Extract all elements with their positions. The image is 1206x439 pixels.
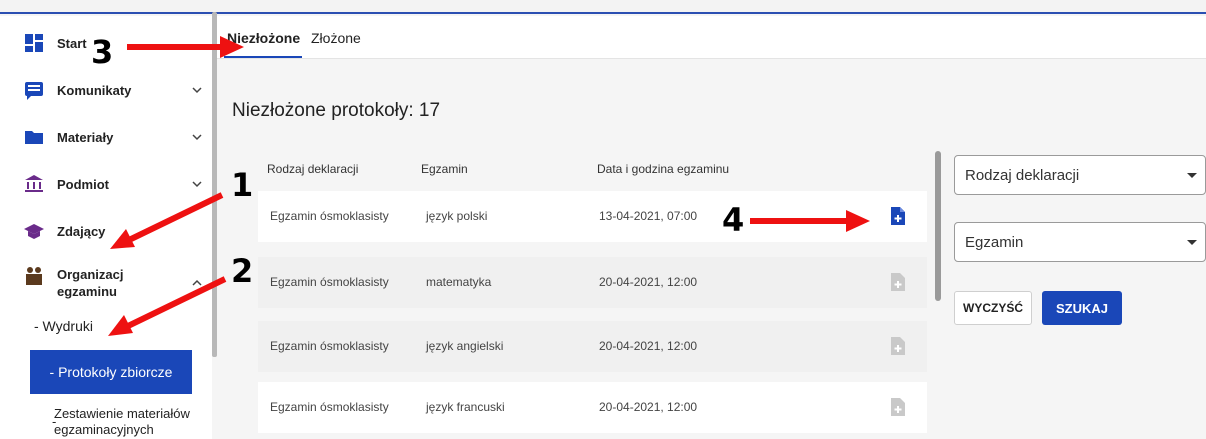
tab-bar xyxy=(217,16,1206,59)
table-cell: Egzamin ósmoklasisty xyxy=(270,209,389,223)
dashboard-icon xyxy=(23,33,45,53)
annotation-number-3: 3 xyxy=(91,33,114,71)
sidebar-item-podmiot[interactable]: Podmiot xyxy=(0,167,212,201)
sidebar-item-label: Start xyxy=(57,35,87,51)
message-icon xyxy=(23,80,45,100)
sidebar-item-label: Komunikaty xyxy=(57,82,132,98)
table-cell: język angielski xyxy=(426,339,504,353)
table-cell: 13-04-2021, 07:00 xyxy=(599,209,698,223)
sidebar-subitem-dash: - xyxy=(52,414,57,429)
add-document-icon[interactable] xyxy=(890,207,906,225)
tab-niezlozone[interactable]: Niezłożone xyxy=(227,30,300,46)
add-document-icon xyxy=(891,337,905,355)
table-cell: Egzamin ósmoklasisty xyxy=(270,339,389,353)
table-cell: język polski xyxy=(426,209,488,223)
table-row[interactable]: Egzamin ósmoklasisty język angielski 20-… xyxy=(258,321,927,372)
sidebar-item-komunikaty[interactable]: Komunikaty xyxy=(0,73,212,107)
column-header[interactable]: Data i godzina egzaminu xyxy=(597,162,729,176)
top-bar xyxy=(0,0,1206,14)
table-cell: Egzamin ósmoklasisty xyxy=(270,275,389,289)
institution-icon xyxy=(23,174,45,194)
annotation-number-4: 4 xyxy=(722,201,745,239)
sidebar-item-label: Podmiot xyxy=(57,176,109,192)
sidebar-item-label: Zdający xyxy=(57,223,106,239)
sidebar-subitem-zestawienie[interactable]: Zestawienie materiałów egzaminacyjnych xyxy=(54,406,190,438)
folder-icon xyxy=(23,127,45,147)
table-cell: 20-04-2021, 12:00 xyxy=(599,400,698,414)
sidebar-item-label: egzaminu xyxy=(57,284,117,299)
table-row[interactable]: Egzamin ósmoklasisty język francuski 20-… xyxy=(258,382,927,433)
sidebar-item-label: Zestawienie materiałów xyxy=(54,406,190,421)
column-header[interactable]: Egzamin xyxy=(421,162,468,176)
caret-down-icon xyxy=(1187,240,1197,245)
sidebar-subitem-wydruki[interactable]: - Wydruki xyxy=(34,318,93,334)
graduation-cap-icon xyxy=(23,221,45,241)
chevron-up-icon xyxy=(192,279,202,286)
sidebar-item-materialy[interactable]: Materiały xyxy=(0,120,212,154)
table-row[interactable]: Egzamin ósmoklasisty język polski 13-04-… xyxy=(258,191,927,242)
select-placeholder: Egzamin xyxy=(965,234,1024,251)
chevron-down-icon xyxy=(192,181,202,188)
sidebar-item-label: Materiały xyxy=(57,129,114,145)
page-title: Niezłożone protokoły: 17 xyxy=(232,100,441,121)
sidebar-subitem-protokoly-zbiorcze[interactable]: - Protokoły zbiorcze xyxy=(30,350,192,394)
sidebar: Start Komunikaty Materiały Podmiot Zdają… xyxy=(0,16,212,439)
tab-zlozone[interactable]: Złożone xyxy=(311,30,361,46)
sidebar-item-organizacja[interactable]: Organizacj egzaminu xyxy=(0,262,212,304)
annotation-number-1: 1 xyxy=(231,166,254,204)
table-cell: matematyka xyxy=(426,275,492,289)
table-header: Rodzaj deklaracji Egzamin Data i godzina… xyxy=(258,150,927,190)
add-document-icon xyxy=(891,398,905,416)
table-row[interactable]: Egzamin ósmoklasisty matematyka 20-04-20… xyxy=(258,257,927,308)
table-cell: język francuski xyxy=(426,400,505,414)
sidebar-item-label: Organizacj xyxy=(57,267,124,282)
search-button[interactable]: SZUKAJ xyxy=(1042,291,1122,325)
sidebar-item-zdajacy[interactable]: Zdający xyxy=(0,214,212,248)
annotation-number-2: 2 xyxy=(231,252,254,290)
sidebar-item-label: egzaminacyjnych xyxy=(54,422,154,437)
sidebar-scrollbar[interactable] xyxy=(212,12,217,357)
active-tab-indicator xyxy=(224,56,302,58)
clear-button[interactable]: WYCZYŚĆ xyxy=(954,291,1032,325)
select-placeholder: Rodzaj deklaracji xyxy=(965,167,1080,184)
caret-down-icon xyxy=(1187,173,1197,178)
table-cell: 20-04-2021, 12:00 xyxy=(599,339,698,353)
organization-icon xyxy=(23,266,45,286)
column-header[interactable]: Rodzaj deklaracji xyxy=(267,162,358,176)
table-scrollbar[interactable] xyxy=(935,151,941,301)
table-cell: Egzamin ósmoklasisty xyxy=(270,400,389,414)
exam-select[interactable]: Egzamin xyxy=(954,222,1206,262)
chevron-down-icon xyxy=(192,134,202,141)
table-cell: 20-04-2021, 12:00 xyxy=(599,275,698,289)
add-document-icon xyxy=(891,273,905,291)
declaration-type-select[interactable]: Rodzaj deklaracji xyxy=(954,155,1206,195)
chevron-down-icon xyxy=(192,87,202,94)
